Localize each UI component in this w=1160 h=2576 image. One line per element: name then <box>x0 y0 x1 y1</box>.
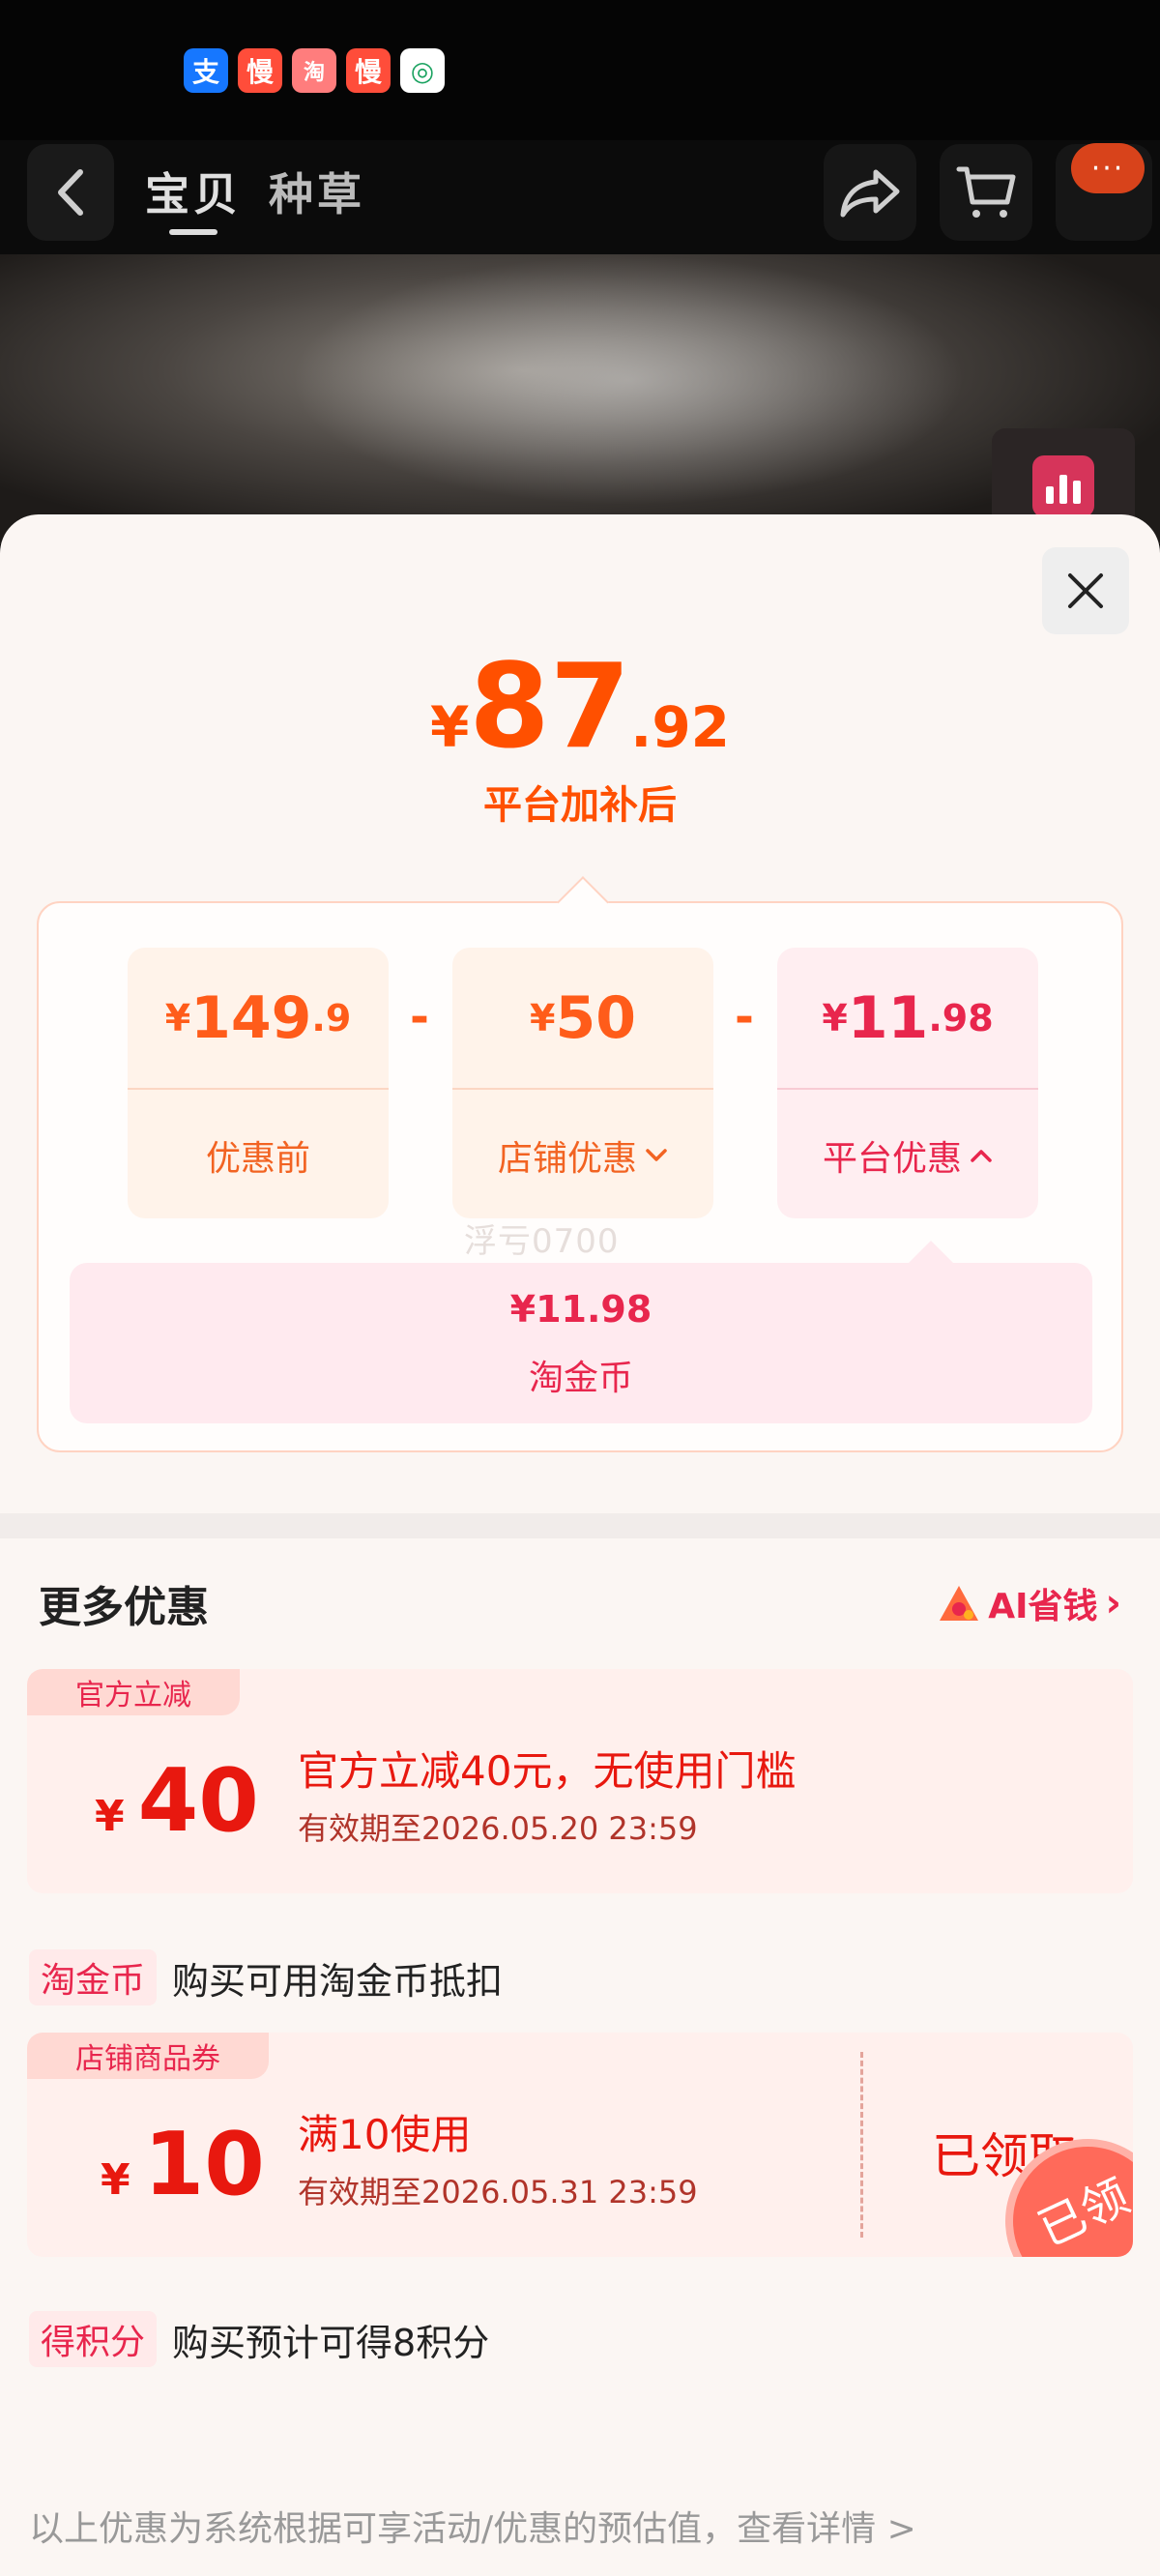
platform-discount-amount: ¥11.98 <box>777 948 1038 1088</box>
status-bar: 支 慢 淘 慢 ◎ <box>0 0 1160 140</box>
coupon-tag: 店铺商品券 <box>27 2033 269 2079</box>
disclaimer-link[interactable]: 以上优惠为系统根据可享活动/优惠的预估值，查看详情 > <box>29 2501 916 2551</box>
shop-discount-symbol: ¥ <box>530 996 556 1039</box>
points-text: 购买预计可得8积分 <box>172 2321 490 2364</box>
taojinbi-tag: 淘金币 <box>29 1949 158 2005</box>
coupon-title: 满10使用 <box>298 2111 472 2158</box>
minus-sign: - <box>735 990 754 1044</box>
coupon-tag: 官方立减 <box>27 1669 240 1715</box>
platform-discount-integer: 11 <box>847 983 929 1052</box>
coupon-title: 官方立减40元，无使用门槛 <box>298 1747 797 1795</box>
slow-app-icon-2: 慢 <box>346 48 391 93</box>
shop-discount-amount: ¥50 <box>452 948 713 1088</box>
chevron-up-icon <box>971 1150 992 1162</box>
detail-notch <box>907 1240 955 1288</box>
discount-sheet: ¥87.92 平台加补后 ¥149.9 优惠前 - ¥50 店铺优惠 - ¥ 1… <box>0 514 1160 2576</box>
taojinbi-name: 淘金币 <box>528 1359 633 1398</box>
product-image-fog <box>290 254 967 506</box>
coupon-amount-value: 10 <box>143 2114 265 2215</box>
official-discount-coupon[interactable]: 官方立减 ¥40 官方立减40元，无使用门槛 有效期至2026.05.20 23… <box>27 1669 1133 1893</box>
price-breakdown: ¥149.9 优惠前 - ¥50 店铺优惠 - ¥11.98 平台优惠 ¥11.… <box>37 876 1123 1452</box>
chevron-right-icon: › <box>1105 1581 1121 1625</box>
shop-discount-label: 店铺优惠 <box>452 1093 713 1218</box>
final-price-decimal: .92 <box>630 694 731 760</box>
nav-bar: 宝贝 种草 <box>0 140 1160 254</box>
share-button[interactable] <box>824 144 916 241</box>
close-button[interactable] <box>1042 547 1129 634</box>
original-price-decimal: .9 <box>311 996 352 1039</box>
platform-discount-card[interactable]: ¥11.98 平台优惠 <box>777 948 1038 1218</box>
tab-item[interactable]: 宝贝 <box>145 160 242 223</box>
platform-discount-detail: ¥11.98 淘金币 <box>70 1240 1092 1423</box>
bar-chart-icon <box>1032 455 1094 517</box>
cartoon-app-icon: 淘 <box>292 48 336 93</box>
page: 支 慢 淘 慢 ◎ 宝贝 种草 ··· ¥87.92 平台加补后 ¥ 149 .… <box>0 0 1160 2576</box>
cart-icon <box>956 166 1016 218</box>
tab-item-underline <box>169 229 218 235</box>
taojinbi-row: 淘金币 购买可用淘金币抵扣 <box>29 1949 503 2005</box>
coupon-currency: ¥ <box>101 2155 130 2205</box>
chevron-down-icon <box>646 1149 667 1161</box>
slow-app-icon: 慢 <box>238 48 282 93</box>
status-bar-app-icons: 支 慢 淘 慢 ◎ <box>184 48 445 93</box>
china-mobile-icon: ◎ <box>400 48 445 93</box>
taojinbi-text: 购买可用淘金币抵扣 <box>172 1959 504 2003</box>
card-divider <box>777 1088 1038 1090</box>
original-price-card: ¥149.9 优惠前 <box>128 948 389 1218</box>
platform-discount-symbol: ¥ <box>822 996 848 1039</box>
platform-discount-label-text: 平台优惠 <box>822 1139 962 1179</box>
final-price-symbol: ¥ <box>429 694 470 760</box>
platform-discount-decimal: .98 <box>928 996 994 1039</box>
points-row: 得积分 购买预计可得8积分 <box>29 2311 489 2367</box>
original-price-label: 优惠前 <box>128 1093 389 1218</box>
platform-discount-label: 平台优惠 <box>777 1093 1038 1218</box>
more-discounts-title: 更多优惠 <box>39 1583 209 1632</box>
tab-grass[interactable]: 种草 <box>269 160 365 223</box>
shop-discount-integer: 50 <box>555 983 636 1052</box>
final-price-subtitle: 平台加补后 <box>483 783 677 828</box>
alipay-icon: 支 <box>184 48 228 93</box>
original-price-symbol: ¥ <box>164 996 191 1039</box>
price-breakdown-notch <box>557 876 609 928</box>
coupon-amount: ¥10 <box>101 2114 265 2215</box>
more-dots-badge[interactable]: ··· <box>1071 143 1145 193</box>
back-button[interactable] <box>27 144 114 241</box>
card-divider <box>452 1088 713 1090</box>
original-price-integer: 149 <box>190 983 312 1052</box>
coupon-amount: ¥40 <box>95 1750 259 1852</box>
coupon-validity: 有效期至2026.05.20 23:59 <box>298 1810 698 1847</box>
final-price: ¥87.92 <box>0 640 1160 775</box>
ai-logo-icon <box>940 1586 979 1621</box>
coupon-separator <box>860 2052 863 2238</box>
coupon-validity: 有效期至2026.05.31 23:59 <box>298 2174 698 2210</box>
watermark: 浮亏0700 <box>464 1222 620 1261</box>
ai-save-link[interactable]: AI省钱 › <box>938 1578 1121 1628</box>
shop-coupon[interactable]: 店铺商品券 ¥10 满10使用 有效期至2026.05.31 23:59 已领取… <box>27 2033 1133 2257</box>
cart-button[interactable] <box>940 144 1032 241</box>
shop-discount-card[interactable]: ¥50 店铺优惠 <box>452 948 713 1218</box>
close-icon <box>1068 573 1103 608</box>
coupon-amount-value: 40 <box>137 1750 259 1852</box>
chevron-left-icon <box>58 169 83 216</box>
final-price-integer: 87 <box>469 640 631 775</box>
original-price-amount: ¥149.9 <box>128 948 389 1088</box>
ai-save-label: AI省钱 <box>988 1587 1098 1626</box>
claimed-stamp-text: 已领 <box>1030 2169 1133 2257</box>
points-tag: 得积分 <box>29 2311 158 2367</box>
product-image <box>0 254 1160 544</box>
shop-discount-label-text: 店铺优惠 <box>497 1139 637 1179</box>
share-icon <box>840 169 900 218</box>
minus-sign: - <box>410 990 429 1044</box>
section-divider <box>0 1513 1160 1538</box>
original-price-label-text: 优惠前 <box>205 1139 310 1179</box>
card-divider <box>128 1088 389 1090</box>
coupon-currency: ¥ <box>95 1792 125 1841</box>
taojinbi-value: ¥11.98 <box>509 1288 652 1331</box>
